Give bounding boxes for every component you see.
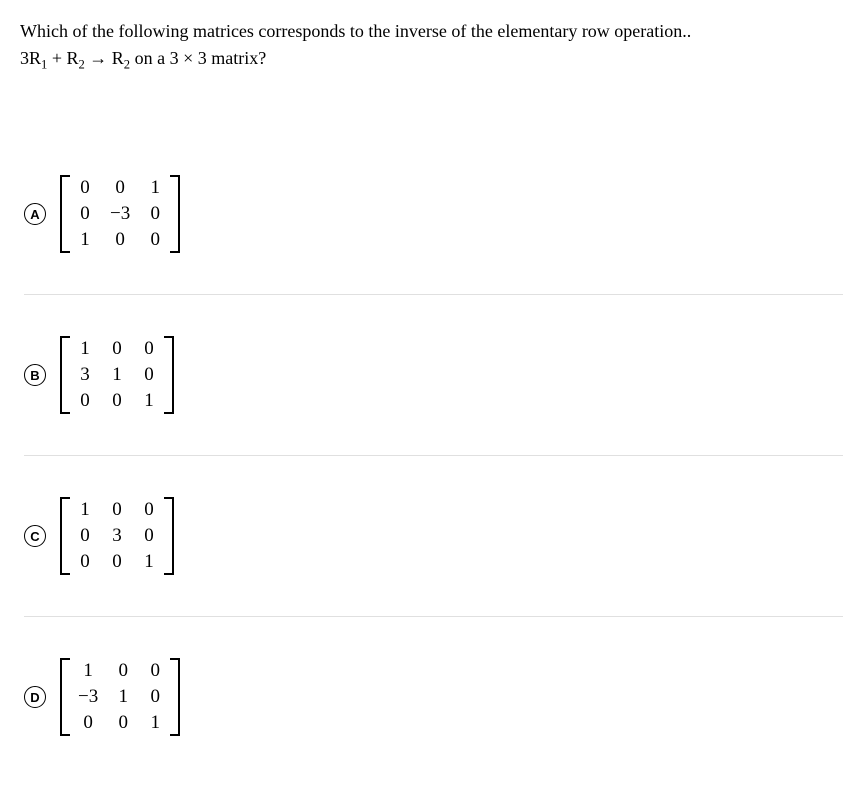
option-label-c: C bbox=[24, 525, 46, 547]
option-label-b: B bbox=[24, 364, 46, 386]
matrix-a: 001 0−30 100 bbox=[60, 175, 180, 253]
matrix-c: 100 030 001 bbox=[60, 497, 174, 575]
matrix-b: 100 310 001 bbox=[60, 336, 174, 414]
option-c[interactable]: C 100 030 001 bbox=[24, 456, 843, 617]
question-plus: + R bbox=[47, 48, 78, 68]
option-label-a: A bbox=[24, 203, 46, 225]
option-b[interactable]: B 100 310 001 bbox=[24, 295, 843, 456]
question-text: Which of the following matrices correspo… bbox=[20, 18, 843, 74]
matrix-d: 100 −310 001 bbox=[60, 658, 180, 736]
options-container: A 001 0−30 100 B 100 310 001 C bbox=[20, 134, 843, 777]
question-line1: Which of the following matrices correspo… bbox=[20, 21, 691, 41]
question-arrow: → R bbox=[85, 48, 124, 68]
option-d[interactable]: D 100 −310 001 bbox=[24, 617, 843, 777]
question-rest: on a 3 × 3 matrix? bbox=[130, 48, 266, 68]
option-a[interactable]: A 001 0−30 100 bbox=[24, 134, 843, 295]
question-coef: 3R bbox=[20, 48, 41, 68]
option-label-d: D bbox=[24, 686, 46, 708]
